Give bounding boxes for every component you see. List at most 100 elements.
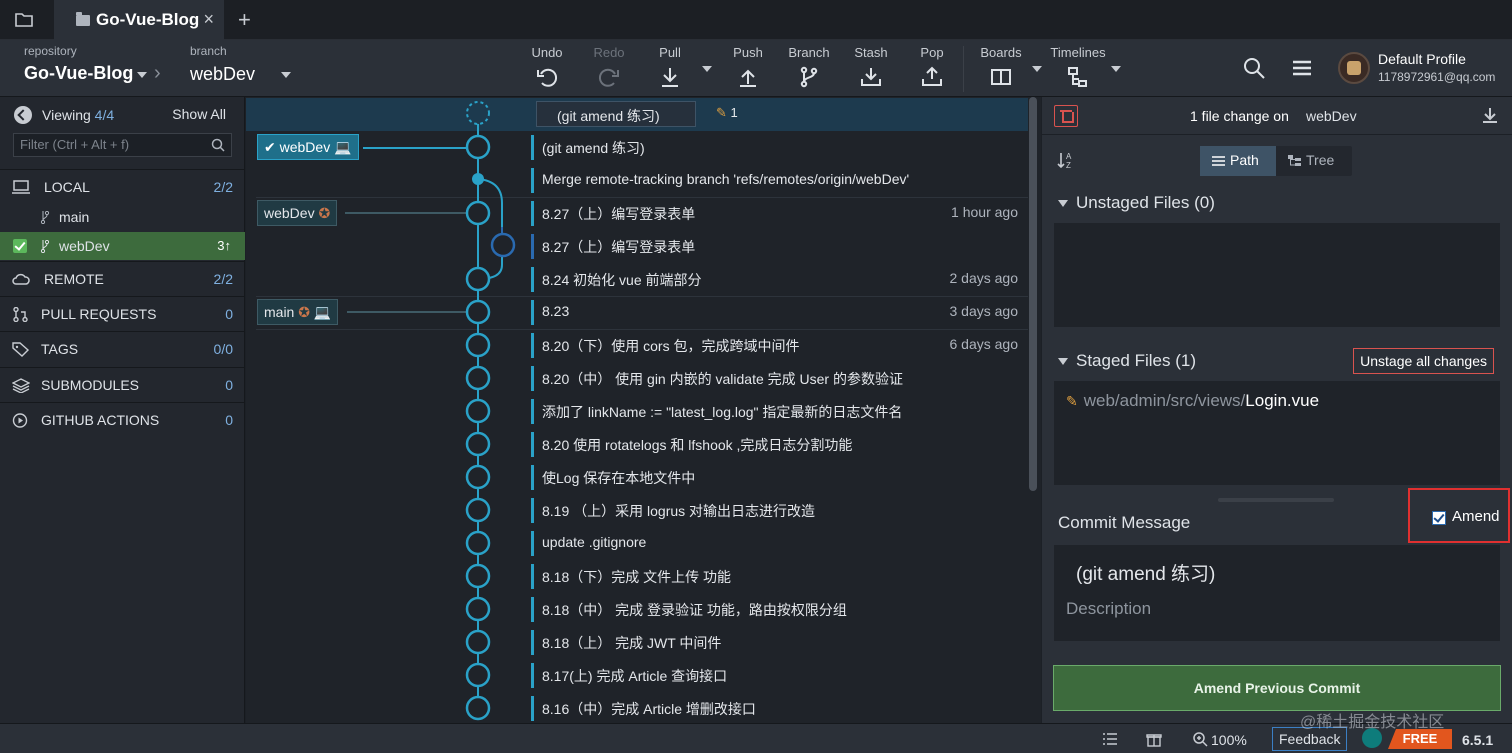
pop-button[interactable]: Pop	[904, 45, 960, 89]
amend-label[interactable]: Amend	[1452, 508, 1500, 525]
commit-node[interactable]	[465, 695, 491, 721]
branch-node[interactable]	[490, 232, 516, 258]
commit-node[interactable]	[465, 464, 491, 490]
repository-caret-icon[interactable]	[137, 72, 147, 78]
pop-icon	[922, 66, 942, 86]
section-local[interactable]: LOCAL 2/2	[0, 169, 245, 203]
stash-label: Stash	[854, 45, 888, 60]
viewing-label: Viewing	[42, 107, 91, 123]
boards-button[interactable]: Boards	[973, 45, 1029, 89]
redo-button[interactable]: Redo	[581, 45, 637, 89]
merge-node[interactable]	[472, 173, 484, 185]
show-all-button[interactable]: Show All	[172, 106, 226, 122]
commit-description-input[interactable]: Description	[1066, 599, 1151, 619]
staged-file-row[interactable]: ✎ web/admin/src/views/Login.vue	[1066, 391, 1319, 411]
wip-node[interactable]	[466, 101, 490, 125]
play-circle-icon	[12, 413, 28, 428]
path-view-label: Path	[1230, 152, 1259, 168]
section-remote[interactable]: REMOTE 2/2	[0, 261, 245, 295]
pull-options-caret-icon[interactable]	[702, 66, 712, 72]
open-folder-icon[interactable]	[14, 10, 34, 30]
watermark: @稀土掘金技术社区	[1300, 714, 1445, 731]
boards-caret-icon[interactable]	[1032, 66, 1042, 72]
staged-files-header[interactable]: Staged Files (1)	[1058, 351, 1196, 371]
tab-repo[interactable]: Go-Vue-Blog ×	[54, 0, 224, 40]
tree-view-button[interactable]: Tree	[1276, 146, 1352, 176]
staged-files-title: Staged Files (1)	[1076, 351, 1196, 370]
branch-label: branch	[190, 44, 227, 58]
commit-node[interactable]	[465, 497, 491, 523]
branch-label: webDev	[59, 238, 110, 254]
zoom-level[interactable]: 100%	[1211, 732, 1247, 748]
download-icon[interactable]	[1482, 106, 1498, 124]
commit-node[interactable]	[465, 662, 491, 688]
profile-name[interactable]: Default Profile	[1378, 51, 1466, 67]
branch-selector[interactable]: webDev	[190, 64, 255, 85]
section-local-label: LOCAL	[44, 179, 90, 195]
branch-icon	[40, 211, 50, 224]
push-button[interactable]: Push	[720, 45, 776, 89]
commit-node[interactable]	[465, 200, 491, 226]
breadcrumb-chevron-icon: ›	[154, 62, 161, 84]
section-github-actions[interactable]: GITHUB ACTIONS 0	[0, 402, 245, 436]
file-path: web/admin/src/views/	[1083, 391, 1246, 410]
avatar[interactable]	[1338, 52, 1370, 84]
unstaged-files-header[interactable]: Unstaged Files (0)	[1058, 193, 1215, 213]
section-tags-count: 0/0	[213, 341, 233, 357]
commit-node[interactable]	[465, 332, 491, 358]
commit-graph: (git amend 练习) ✎ 1 (git amend 练习) Merge r…	[246, 97, 1041, 723]
sidebar-item-main[interactable]: main	[0, 203, 245, 231]
zoom-icon[interactable]	[1192, 731, 1208, 747]
commit-node[interactable]	[465, 563, 491, 589]
timelines-caret-icon[interactable]	[1111, 66, 1121, 72]
sidebar-item-webdev[interactable]: webDev 3↑	[0, 232, 245, 260]
search-icon[interactable]	[1240, 54, 1268, 82]
branch-button[interactable]: Branch	[781, 45, 837, 89]
section-tags[interactable]: TAGS 0/0	[0, 331, 245, 365]
undo-button[interactable]: Undo	[519, 45, 575, 89]
path-view-button[interactable]: Path	[1200, 146, 1276, 176]
commit-node[interactable]	[465, 431, 491, 457]
list-icon[interactable]	[1102, 731, 1118, 747]
section-pull-requests[interactable]: PULL REQUESTS 0	[0, 296, 245, 330]
left-sidebar: Viewing 4/4 Show All Filter (Ctrl + Alt …	[0, 97, 245, 723]
commit-node[interactable]	[465, 365, 491, 391]
section-submodules[interactable]: SUBMODULES 0	[0, 367, 245, 401]
sort-az-icon[interactable]: AZ	[1056, 150, 1076, 170]
close-tab-icon[interactable]: ×	[203, 9, 214, 30]
cloud-icon	[12, 273, 30, 285]
discard-changes-icon[interactable]	[1054, 105, 1078, 127]
branch-caret-icon[interactable]	[281, 72, 291, 78]
timelines-button[interactable]: Timelines	[1046, 45, 1110, 89]
commit-node[interactable]	[465, 299, 491, 325]
graph-scrollbar[interactable]	[1029, 97, 1037, 491]
branch-icon	[800, 66, 818, 88]
pull-button[interactable]: Pull	[642, 45, 698, 89]
filter-input[interactable]: Filter (Ctrl + Alt + f)	[13, 133, 232, 157]
stash-button[interactable]: Stash	[843, 45, 899, 89]
commit-node[interactable]	[465, 530, 491, 556]
pull-label: Pull	[659, 45, 681, 60]
resize-handle[interactable]	[1218, 498, 1334, 502]
hamburger-menu-icon[interactable]	[1288, 54, 1316, 82]
add-tab-icon[interactable]: +	[238, 7, 251, 33]
tree-icon	[1288, 155, 1301, 166]
commit-node[interactable]	[465, 596, 491, 622]
commit-summary-input[interactable]: (git amend 练习)	[1076, 559, 1215, 586]
unstage-all-button[interactable]: Unstage all changes	[1353, 348, 1494, 374]
commit-node[interactable]	[465, 629, 491, 655]
commit-node[interactable]	[465, 134, 491, 160]
gift-icon[interactable]	[1146, 731, 1162, 747]
repository-selector[interactable]: Go-Vue-Blog	[24, 63, 133, 84]
free-badge[interactable]: FREE	[1388, 729, 1452, 749]
folder-icon	[76, 11, 90, 26]
amend-checkbox[interactable]	[1432, 511, 1446, 525]
amend-commit-button[interactable]: Amend Previous Commit	[1053, 665, 1501, 711]
back-arrow-icon[interactable]	[14, 106, 32, 124]
repository-label: repository	[24, 44, 77, 58]
section-local-count: 2/2	[213, 179, 233, 195]
search-icon	[211, 138, 225, 152]
commit-node[interactable]	[465, 398, 491, 424]
graph-lines	[465, 101, 516, 721]
commit-node[interactable]	[465, 266, 491, 292]
